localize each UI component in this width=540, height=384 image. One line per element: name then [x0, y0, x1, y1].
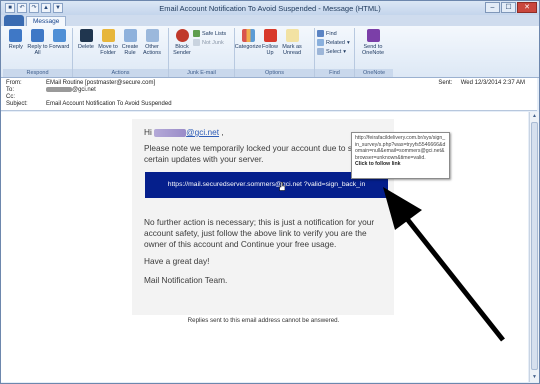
up-arrow-icon[interactable]: ▲	[41, 3, 51, 13]
undo-icon[interactable]: ↶	[17, 3, 27, 13]
redo-icon[interactable]: ↷	[29, 3, 39, 13]
quick-access-toolbar: ■ ↶ ↷ ▲ ▼	[1, 3, 63, 13]
annotation-arrow-icon	[383, 187, 505, 342]
save-icon[interactable]: ■	[5, 3, 15, 13]
down-arrow-icon[interactable]: ▼	[53, 3, 63, 13]
